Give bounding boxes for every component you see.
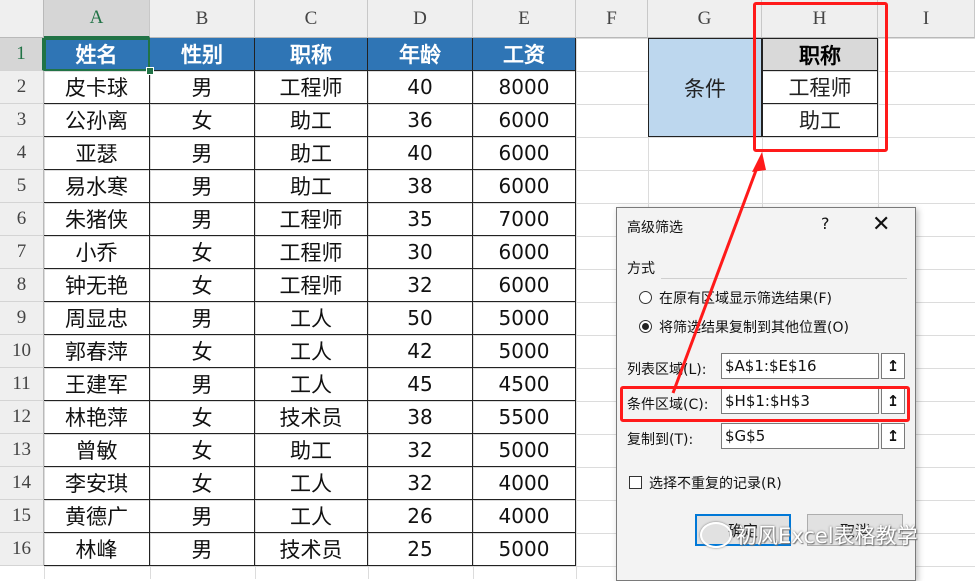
watermark-text: 初风Excel表格教学	[736, 524, 918, 548]
pointer-arrow	[671, 152, 766, 394]
wechat-icon	[700, 522, 732, 548]
watermark: 初风Excel表格教学	[700, 520, 918, 550]
